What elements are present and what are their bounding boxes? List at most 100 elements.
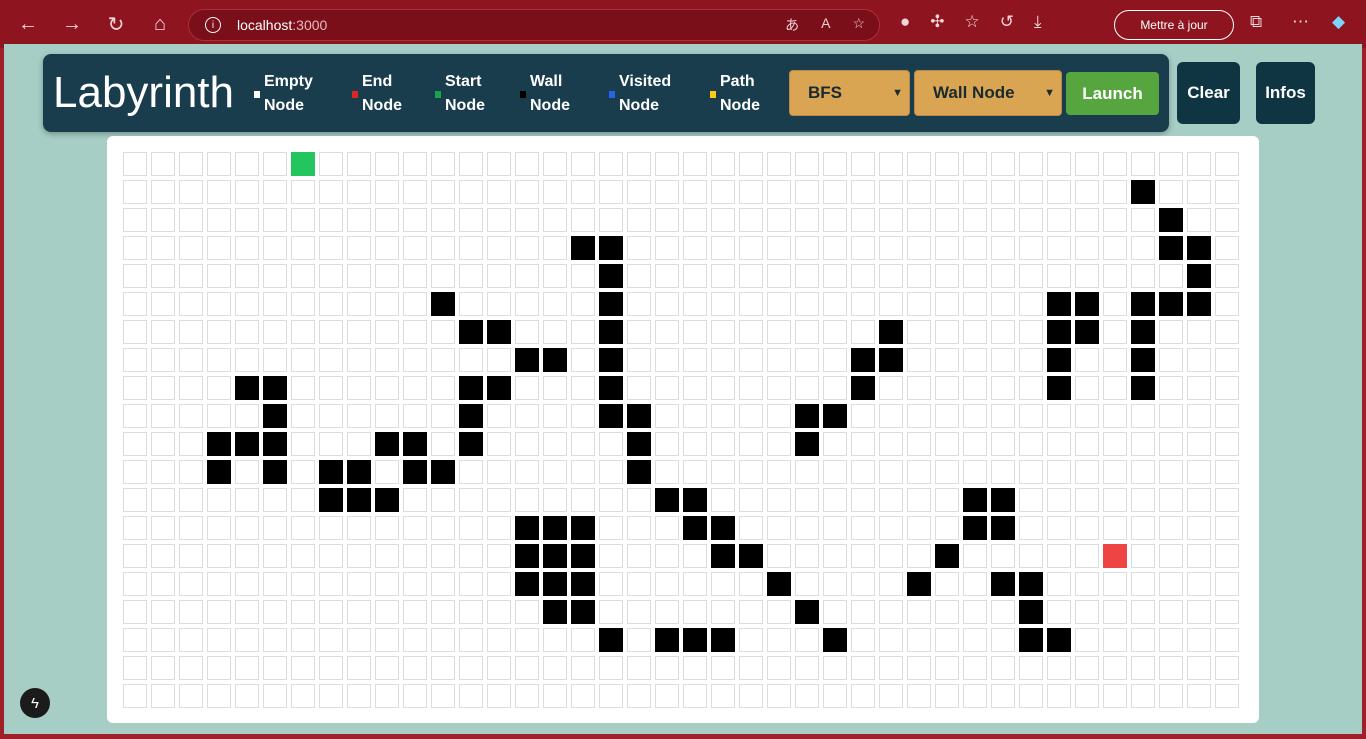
grid-cell-empty[interactable] — [431, 320, 455, 344]
grid-cell-empty[interactable] — [543, 684, 567, 708]
grid-cell-empty[interactable] — [179, 404, 203, 428]
grid-cell-wall[interactable] — [263, 404, 287, 428]
grid-cell-wall[interactable] — [991, 572, 1015, 596]
grid-cell-empty[interactable] — [935, 432, 959, 456]
grid-cell-empty[interactable] — [683, 348, 707, 372]
grid-cell-empty[interactable] — [879, 432, 903, 456]
grid-cell-empty[interactable] — [739, 292, 763, 316]
grid-cell-empty[interactable] — [179, 376, 203, 400]
grid-cell-empty[interactable] — [123, 264, 147, 288]
grid-cell-empty[interactable] — [1215, 572, 1239, 596]
grid-cell-empty[interactable] — [879, 656, 903, 680]
grid-cell-empty[interactable] — [123, 180, 147, 204]
grid-cell-wall[interactable] — [571, 516, 595, 540]
extensions-icon[interactable]: ✣ — [930, 12, 944, 32]
grid-cell-empty[interactable] — [1131, 544, 1155, 568]
grid-cell-wall[interactable] — [235, 376, 259, 400]
grid-cell-empty[interactable] — [1187, 684, 1211, 708]
grid-cell-empty[interactable] — [347, 572, 371, 596]
grid-cell-empty[interactable] — [1103, 208, 1127, 232]
grid-cell-wall[interactable] — [627, 404, 651, 428]
grid-cell-empty[interactable] — [627, 292, 651, 316]
grid-cell-empty[interactable] — [123, 152, 147, 176]
grid-cell-empty[interactable] — [543, 656, 567, 680]
grid-cell-wall[interactable] — [543, 348, 567, 372]
grid-cell-wall[interactable] — [935, 544, 959, 568]
grid-cell-empty[interactable] — [1103, 180, 1127, 204]
grid-cell-empty[interactable] — [375, 376, 399, 400]
grid-cell-empty[interactable] — [1103, 292, 1127, 316]
grid-cell-empty[interactable] — [991, 404, 1015, 428]
grid-cell-empty[interactable] — [655, 152, 679, 176]
grid-cell-empty[interactable] — [179, 488, 203, 512]
grid-cell-empty[interactable] — [347, 432, 371, 456]
grid-cell-empty[interactable] — [1075, 516, 1099, 540]
grid-cell-empty[interactable] — [627, 544, 651, 568]
grid-cell-wall[interactable] — [599, 376, 623, 400]
grid-cell-empty[interactable] — [1187, 376, 1211, 400]
grid-cell-empty[interactable] — [739, 320, 763, 344]
grid-cell-wall[interactable] — [347, 460, 371, 484]
grid-cell-empty[interactable] — [151, 320, 175, 344]
grid-cell-empty[interactable] — [767, 516, 791, 540]
grid-cell-wall[interactable] — [1047, 376, 1071, 400]
grid-cell-empty[interactable] — [935, 488, 959, 512]
grid-cell-empty[interactable] — [403, 404, 427, 428]
grid-cell-empty[interactable] — [1187, 572, 1211, 596]
grid-cell-empty[interactable] — [1159, 376, 1183, 400]
grid-cell-empty[interactable] — [459, 600, 483, 624]
grid-cell-empty[interactable] — [627, 348, 651, 372]
grid-cell-wall[interactable] — [1131, 180, 1155, 204]
grid-cell-empty[interactable] — [431, 544, 455, 568]
grid-cell-empty[interactable] — [319, 684, 343, 708]
grid-cell-empty[interactable] — [851, 320, 875, 344]
grid-cell-empty[interactable] — [1047, 544, 1071, 568]
grid-cell-empty[interactable] — [431, 488, 455, 512]
grid-cell-empty[interactable] — [403, 684, 427, 708]
grid-cell-empty[interactable] — [151, 236, 175, 260]
grid-cell-empty[interactable] — [375, 460, 399, 484]
grid-cell-empty[interactable] — [683, 600, 707, 624]
grid-cell-empty[interactable] — [1159, 404, 1183, 428]
grid-cell-empty[interactable] — [291, 348, 315, 372]
grid-cell-empty[interactable] — [1019, 432, 1043, 456]
grid-cell-empty[interactable] — [991, 600, 1015, 624]
grid-cell-empty[interactable] — [711, 320, 735, 344]
grid-cell-empty[interactable] — [515, 208, 539, 232]
grid-cell-empty[interactable] — [487, 628, 511, 652]
grid-cell-empty[interactable] — [291, 488, 315, 512]
grid-cell-empty[interactable] — [935, 628, 959, 652]
grid-cell-wall[interactable] — [599, 348, 623, 372]
algorithm-select[interactable]: BFS ▼ — [789, 70, 910, 116]
grid-cell-empty[interactable] — [207, 208, 231, 232]
copilot-icon[interactable]: ◆ — [1332, 12, 1345, 32]
grid-cell-empty[interactable] — [1187, 432, 1211, 456]
grid-cell-wall[interactable] — [683, 488, 707, 512]
grid-cell-wall[interactable] — [823, 404, 847, 428]
grid-cell-wall[interactable] — [1159, 208, 1183, 232]
grid-cell-empty[interactable] — [487, 208, 511, 232]
grid-cell-empty[interactable] — [767, 236, 791, 260]
grid-cell-empty[interactable] — [459, 152, 483, 176]
grid-cell-wall[interactable] — [1187, 264, 1211, 288]
grid-cell-empty[interactable] — [991, 208, 1015, 232]
grid-cell-empty[interactable] — [599, 460, 623, 484]
grid-cell-empty[interactable] — [1075, 600, 1099, 624]
grid-cell-empty[interactable] — [263, 320, 287, 344]
grid-cell-wall[interactable] — [459, 376, 483, 400]
grid-cell-empty[interactable] — [711, 404, 735, 428]
grid-cell-empty[interactable] — [1075, 544, 1099, 568]
grid-cell-empty[interactable] — [963, 376, 987, 400]
grid-cell-empty[interactable] — [1159, 572, 1183, 596]
grid-cell-empty[interactable] — [711, 600, 735, 624]
grid-cell-empty[interactable] — [879, 460, 903, 484]
grid-cell-empty[interactable] — [1103, 684, 1127, 708]
grid-cell-empty[interactable] — [795, 628, 819, 652]
grid-cell-empty[interactable] — [1215, 208, 1239, 232]
grid-cell-empty[interactable] — [935, 320, 959, 344]
grid-cell-empty[interactable] — [1103, 432, 1127, 456]
grid-cell-empty[interactable] — [991, 152, 1015, 176]
grid-cell-wall[interactable] — [543, 572, 567, 596]
grid-cell-empty[interactable] — [627, 320, 651, 344]
grid-cell-empty[interactable] — [1159, 544, 1183, 568]
